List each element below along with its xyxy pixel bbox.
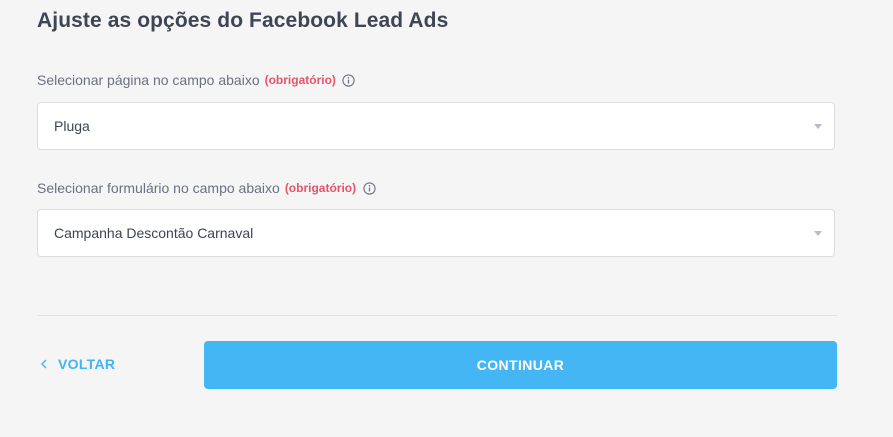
- required-badge: (obrigatório): [264, 73, 336, 87]
- divider: [37, 315, 837, 316]
- page-select-label-text: Selecionar página no campo abaixo: [37, 72, 260, 88]
- back-button-label: VOLTAR: [58, 356, 116, 372]
- info-icon[interactable]: [342, 73, 356, 87]
- page-select-value: Pluga: [54, 118, 90, 134]
- info-icon[interactable]: [362, 181, 376, 195]
- page-select[interactable]: Pluga: [37, 102, 835, 150]
- chevron-left-icon: [40, 358, 48, 370]
- form-select-label: Selecionar formulário no campo abaixo (o…: [37, 180, 376, 196]
- page-title: Ajuste as opções do Facebook Lead Ads: [37, 9, 449, 32]
- continue-button[interactable]: CONTINUAR: [204, 341, 837, 389]
- back-button[interactable]: VOLTAR: [40, 352, 115, 376]
- caret-down-icon: [814, 124, 822, 129]
- continue-button-label: CONTINUAR: [476, 357, 565, 373]
- form-select-value: Campanha Descontão Carnaval: [54, 225, 254, 241]
- form-select-label-text: Selecionar formulário no campo abaixo: [37, 180, 280, 196]
- page-select-label: Selecionar página no campo abaixo (obrig…: [37, 72, 356, 88]
- required-badge: (obrigatório): [284, 181, 357, 195]
- form-select[interactable]: Campanha Descontão Carnaval: [37, 209, 835, 257]
- caret-down-icon: [814, 231, 822, 236]
